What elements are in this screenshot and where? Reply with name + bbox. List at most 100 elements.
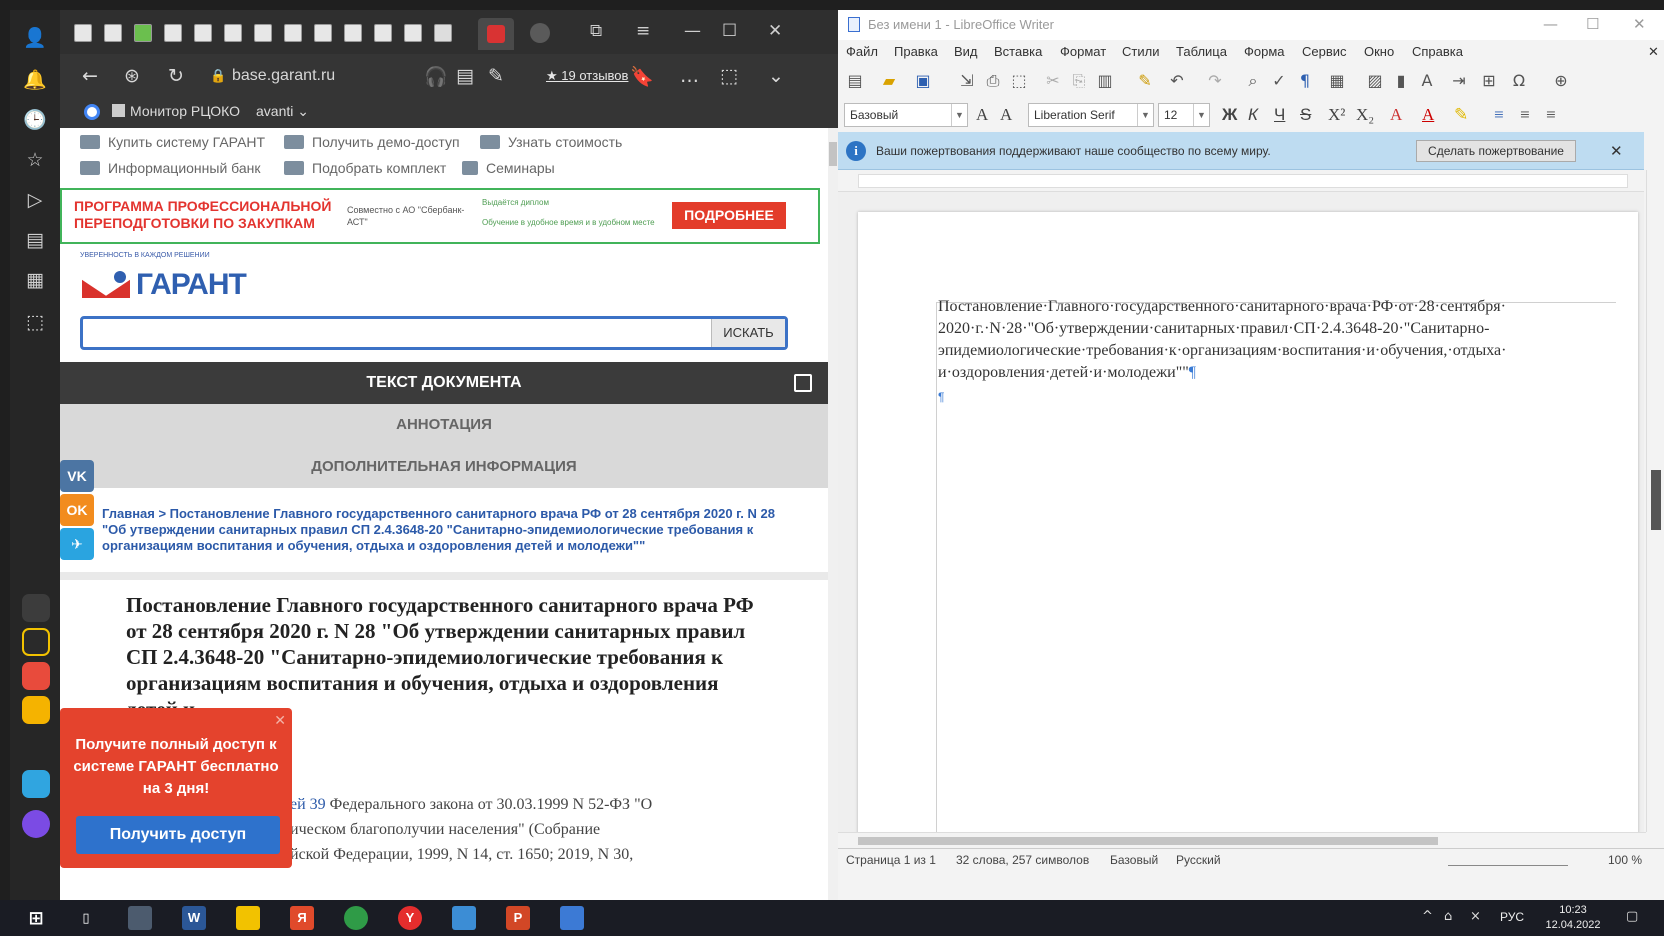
writer-taskbar-icon[interactable] [560, 906, 584, 930]
garant-logo[interactable]: УВЕРЕННОСТЬ В КАЖДОМ РЕШЕНИИ ГАРАНТ [80, 252, 280, 318]
breadcrumb[interactable]: Главная > Постановление Главного государ… [78, 506, 788, 554]
align-center-icon[interactable]: ≡ [1520, 106, 1530, 124]
align-left-icon[interactable]: ≡ [1494, 106, 1504, 124]
tray-chevron-icon[interactable]: ^ [1422, 909, 1433, 924]
minimize-icon[interactable]: — [684, 21, 701, 41]
hyperlink-icon[interactable]: ⊕ [1552, 72, 1570, 90]
history-icon[interactable]: 🕒 [23, 108, 47, 132]
headphones-icon[interactable]: 🎧 [424, 65, 448, 88]
tab-document-text[interactable]: ТЕКСТ ДОКУМЕНТА [60, 362, 828, 404]
tab-icon[interactable] [344, 24, 362, 42]
tab-additional-info[interactable]: ДОПОЛНИТЕЛЬНАЯ ИНФОРМАЦИЯ [60, 446, 828, 488]
save-icon[interactable] [794, 374, 812, 392]
article-link[interactable]: ей 39 [290, 796, 326, 813]
windows-start-icon[interactable]: ⊞ [24, 906, 48, 930]
app-clock-icon[interactable] [22, 594, 50, 622]
google-icon[interactable] [84, 104, 100, 120]
close-icon[interactable]: ✕ [768, 21, 782, 41]
shield-icon[interactable]: ⊛ [124, 65, 140, 87]
menu-insert[interactable]: Вставка [994, 44, 1042, 59]
tab-icon[interactable] [314, 24, 332, 42]
extensions-icon[interactable]: ⬚ [720, 65, 738, 87]
scrollbar-thumb[interactable] [829, 142, 837, 166]
underline-button[interactable]: Ч [1274, 106, 1285, 124]
app-messenger-icon[interactable] [22, 770, 50, 798]
field-icon[interactable]: ⊞ [1480, 72, 1498, 90]
volume-icon[interactable]: × [1470, 909, 1481, 924]
yandex-icon[interactable]: Я [290, 906, 314, 930]
menu-format[interactable]: Формат [1060, 44, 1106, 59]
preview-icon[interactable]: ⬚ [1010, 72, 1028, 90]
page-break-icon[interactable]: ⇥ [1450, 72, 1468, 90]
clear-format-icon[interactable]: A [1390, 106, 1402, 124]
font-size-combo[interactable]: 12 ▼ [1158, 103, 1210, 127]
formatting-marks-icon[interactable]: ¶ [1296, 72, 1314, 90]
export-icon[interactable]: ⇲ [958, 72, 976, 90]
bookmark-rcoko[interactable]: Монитор РЦОКО [112, 103, 240, 119]
favorites-icon[interactable]: ☆ [23, 148, 47, 172]
maximize-icon[interactable]: ☐ [1586, 15, 1599, 33]
save-icon[interactable]: ▣ [914, 72, 932, 90]
document-paragraph[interactable]: Постановление·Главного·государственного·… [938, 296, 1588, 384]
infobar-close-icon[interactable]: ✕ [1610, 142, 1623, 160]
tab-icon[interactable] [374, 24, 392, 42]
menu-window[interactable]: Окно [1364, 44, 1394, 59]
menu-view[interactable]: Вид [954, 44, 978, 59]
powerpoint-icon[interactable]: P [506, 906, 530, 930]
chevron-down-icon[interactable]: ▼ [1137, 104, 1153, 126]
find-replace-icon[interactable]: ⌕ [1244, 72, 1262, 90]
align-right-icon[interactable]: ≡ [1546, 106, 1556, 124]
calendar-icon[interactable]: ▦ [23, 268, 47, 292]
nav-price-link[interactable]: Узнать стоимость [480, 134, 622, 150]
font-name-combo[interactable]: Liberation Serif ▼ [1028, 103, 1154, 127]
chevron-down-icon[interactable]: ▼ [1193, 104, 1209, 126]
promo-banner[interactable]: ПРОГРАММА ПРОФЕССИОНАЛЬНОЙ ПЕРЕПОДГОТОВК… [60, 188, 820, 244]
clock[interactable]: 10:23 12.04.2022 [1538, 903, 1608, 933]
subscript-button[interactable]: X₂ [1356, 106, 1374, 124]
undo-icon[interactable]: ↶ [1168, 72, 1186, 90]
profile-icon[interactable]: 👤 [23, 26, 47, 50]
nav-infobank-link[interactable]: Информационный банк [80, 160, 261, 176]
image-icon[interactable]: ▨ [1366, 72, 1384, 90]
print-icon[interactable]: ⎙ [984, 72, 1002, 90]
tab-icon[interactable] [194, 24, 212, 42]
screenshot-icon[interactable]: ⬚ [23, 310, 47, 334]
nav-seminars-link[interactable]: Семинары [462, 160, 555, 176]
more-icon[interactable]: … [680, 65, 699, 87]
active-tab[interactable] [478, 18, 514, 50]
app-metro-icon[interactable] [22, 628, 50, 656]
tab-icon[interactable] [134, 24, 152, 42]
chart-icon[interactable]: ▮ [1392, 72, 1410, 90]
get-access-button[interactable]: Получить доступ [76, 816, 280, 854]
app-tasks-icon[interactable] [22, 662, 50, 690]
special-char-icon[interactable]: Ω [1510, 72, 1528, 90]
address-bar[interactable]: 🔒 base.garant.ru [200, 63, 418, 89]
network-icon[interactable]: ⌂ [1444, 909, 1452, 924]
status-zoom[interactable]: 100 % [1608, 853, 1642, 867]
copy-icon[interactable]: ⎘ [1070, 72, 1088, 90]
collections-icon[interactable]: ▤ [23, 228, 47, 252]
page-scrollbar[interactable] [828, 128, 838, 900]
popup-close-icon[interactable]: ✕ [274, 712, 286, 729]
back-icon[interactable]: ← [82, 65, 98, 87]
italic-button[interactable]: К [1248, 106, 1258, 124]
close-doc-icon[interactable]: ✕ [1648, 44, 1659, 60]
app-mail-icon[interactable] [22, 696, 50, 724]
chrome-icon[interactable] [344, 906, 368, 930]
reload-icon[interactable]: ↻ [168, 65, 184, 87]
feather-app-icon[interactable] [452, 906, 476, 930]
minimize-icon[interactable]: — [1543, 15, 1558, 33]
table-icon[interactable]: ▦ [1328, 72, 1346, 90]
reviews-link[interactable]: ★ 19 отзывов [546, 68, 628, 84]
bold-button[interactable]: Ж [1222, 106, 1237, 124]
tab-icon[interactable] [104, 24, 122, 42]
menu-help[interactable]: Справка [1412, 44, 1463, 59]
spelling-icon[interactable]: ✓ [1270, 72, 1288, 90]
app-alice-icon[interactable] [22, 810, 50, 838]
status-word-count[interactable]: 32 слова, 257 символов [956, 853, 1089, 867]
status-language[interactable]: Русский [1176, 853, 1221, 867]
redo-icon[interactable]: ↷ [1206, 72, 1224, 90]
reader-icon[interactable]: ▤ [456, 65, 474, 87]
update-style-icon[interactable]: A [976, 106, 988, 124]
nav-demo-link[interactable]: Получить демо-доступ [284, 134, 460, 150]
